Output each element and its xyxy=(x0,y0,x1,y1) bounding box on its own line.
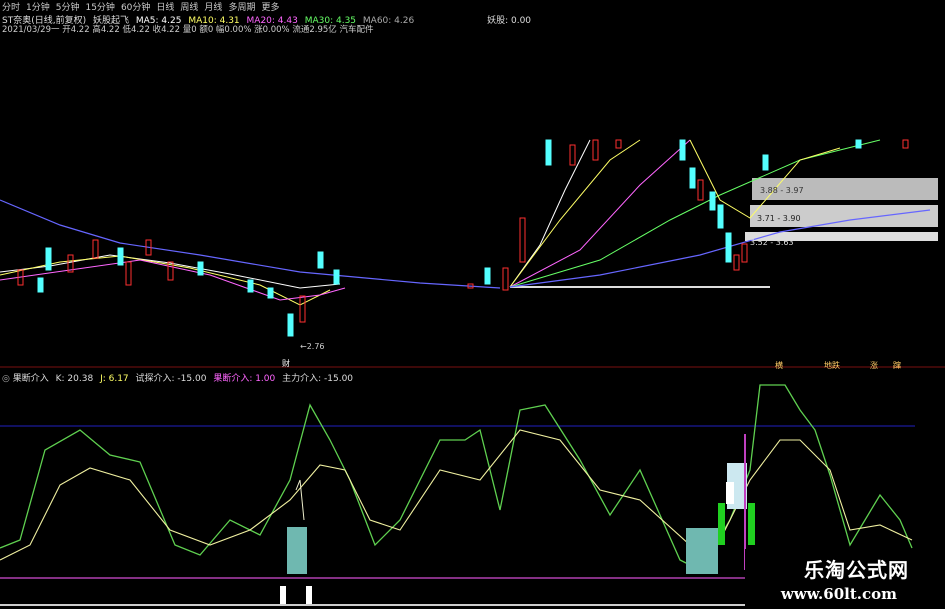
candle-26 xyxy=(697,179,704,201)
period-tab-8[interactable]: 多周期 xyxy=(228,0,255,13)
candle-2 xyxy=(45,247,52,271)
marker-1: 横 xyxy=(775,361,783,370)
period-tab-3[interactable]: 15分钟 xyxy=(85,0,114,13)
main-force-value: 主力介入: -15.00 xyxy=(282,374,354,384)
box1-label: 3.88 - 3.97 xyxy=(760,186,804,195)
period-tab-9[interactable]: 更多 xyxy=(261,0,279,13)
k-line xyxy=(0,384,913,571)
candle-30 xyxy=(733,254,740,271)
period-tab-4[interactable]: 60分钟 xyxy=(121,0,150,13)
box3-label: 3.52 - 3.63 xyxy=(750,238,794,247)
candle-17 xyxy=(484,267,491,285)
d-line xyxy=(0,429,913,561)
candle-18 xyxy=(502,267,509,291)
candle-20 xyxy=(545,139,552,166)
candle-6 xyxy=(125,261,132,286)
period-tab-2[interactable]: 5分钟 xyxy=(56,0,80,13)
decisive-value: 果断介入: 1.00 xyxy=(213,374,276,384)
settings-icon[interactable]: ◎ xyxy=(2,374,10,384)
signal-bar-white xyxy=(726,482,734,504)
period-toolbar: 分时 1分钟 5分钟 15分钟 60分钟 日线 周线 月线 多周期 更多 xyxy=(0,0,279,13)
candle-4 xyxy=(92,239,99,259)
candle-31 xyxy=(741,243,748,263)
period-tab-6[interactable]: 周线 xyxy=(180,0,198,13)
signal-bar-green-1 xyxy=(718,503,725,545)
watermark-url: www.60lt.com xyxy=(780,585,897,603)
marker-bar-1 xyxy=(280,586,286,606)
signal-box-1 xyxy=(287,527,307,574)
candle-15 xyxy=(333,269,340,285)
candle-24 xyxy=(679,139,686,161)
j-value: J: 6.17 xyxy=(100,374,129,384)
k-value: K: 20.38 xyxy=(55,374,94,384)
candle-11 xyxy=(267,287,274,299)
marker-2: 地跌 xyxy=(824,361,840,370)
ma60-curve-left xyxy=(0,199,501,289)
period-tab-0[interactable]: 分时 xyxy=(2,0,20,13)
low-price-label: ←2.76 xyxy=(300,342,325,351)
candle-23 xyxy=(615,139,622,149)
candle-21 xyxy=(569,144,576,166)
marker-4: 蹿 xyxy=(893,361,901,370)
candle-14 xyxy=(317,251,324,269)
candle-33 xyxy=(855,139,862,149)
candle-1 xyxy=(37,277,44,293)
j-spike xyxy=(295,479,305,521)
candle-25 xyxy=(689,167,696,189)
candle-5 xyxy=(117,247,124,266)
sub-header: ◎ 果断介入 K: 20.38 J: 6.17 试探介入: -15.00 果断介… xyxy=(2,371,353,384)
candle-12 xyxy=(287,313,294,337)
signal-box-2 xyxy=(686,528,718,574)
marker-3: 涨 xyxy=(870,361,878,370)
candle-10 xyxy=(247,279,254,293)
watermark: 乐淘公式网 www.60lt.com xyxy=(745,549,945,609)
candle-22 xyxy=(592,139,599,161)
candle-9 xyxy=(197,261,204,276)
chart-window[interactable]: 分时 1分钟 5分钟 15分钟 60分钟 日线 周线 月线 多周期 更多 ST奈… xyxy=(0,0,945,609)
box2-label: 3.71 - 3.90 xyxy=(757,214,801,223)
candle-19 xyxy=(519,217,526,263)
chart-canvas[interactable] xyxy=(0,0,945,609)
period-tab-7[interactable]: 月线 xyxy=(204,0,222,13)
period-tab-5[interactable]: 日线 xyxy=(156,0,174,13)
candle-34 xyxy=(902,139,909,149)
signal-bar-green-2 xyxy=(748,503,755,545)
candle-28 xyxy=(717,204,724,229)
candle-27 xyxy=(709,191,716,211)
try-in-value: 试探介入: -15.00 xyxy=(135,374,207,384)
marker-bar-2 xyxy=(306,586,312,606)
period-tab-1[interactable]: 1分钟 xyxy=(26,0,50,13)
candle-29 xyxy=(725,232,732,263)
candle-13 xyxy=(299,295,306,323)
candle-32 xyxy=(762,154,769,171)
watermark-title: 乐淘公式网 xyxy=(804,558,909,582)
bar-info: 2021/03/29一 开4.22 高4.22 低4.22 收4.22 量0 额… xyxy=(2,25,374,35)
marker-left: 财 xyxy=(282,359,290,368)
yaogu-value: 妖股: 0.00 xyxy=(487,16,532,26)
ma20-curve-right xyxy=(509,139,691,288)
sub-indicator-name: 果断介入 xyxy=(12,374,49,384)
